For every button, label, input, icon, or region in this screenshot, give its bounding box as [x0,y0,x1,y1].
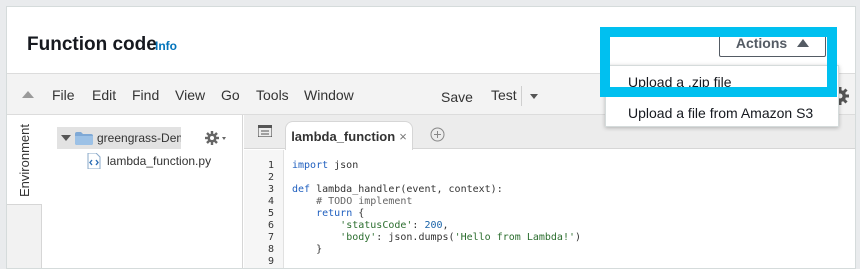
code-line: import json [292,160,359,171]
save-button[interactable]: Save [441,89,473,105]
tree-file-item[interactable]: lambda_function.py [87,153,211,169]
folder-name: greengrass-Demo-l [97,131,181,145]
tree-folder-item[interactable]: greengrass-Demo-l [57,127,181,149]
environment-tab[interactable]: Environment [7,115,42,205]
environment-tab-label: Environment [17,123,32,197]
info-link[interactable]: Info [155,39,177,53]
line-number: 2 [267,172,274,183]
menu-window[interactable]: Window [304,87,354,103]
line-number-gutter: 1 2 3 4 5 6 7 8 9 [244,150,284,268]
code-line: # TODO implement [316,196,413,207]
line-number: 1 [267,160,274,171]
code-line: } [292,244,323,255]
test-dropdown-icon[interactable] [530,94,538,99]
folder-icon [75,131,93,145]
highlight-annotation [600,27,837,97]
menu-edit[interactable]: Edit [92,87,116,103]
upload-s3-menu-item[interactable]: Upload a file from Amazon S3 [606,97,838,128]
settings-gear-icon[interactable] [204,130,228,146]
chevron-down-icon[interactable] [61,135,71,141]
file-tree: greengrass-Demo-l lambda_function.py [43,115,243,268]
environment-tab-label-wrap: Environment [7,115,42,205]
line-number: 9 [267,256,274,267]
line-number: 4 [267,196,274,207]
code-file-icon [87,153,101,169]
page-title: Function code [27,34,157,55]
file-name: lambda_function.py [107,154,212,168]
menu-view[interactable]: View [175,87,205,103]
toolbar-divider [521,86,522,106]
line-number: 3 [267,184,274,195]
menu-file[interactable]: File [52,87,75,103]
line-number: 7 [267,232,274,243]
code-line: def lambda_handler(event, context): [292,184,503,195]
menu-tools[interactable]: Tools [256,87,289,103]
code-line: 'statusCode': 200, [340,220,449,231]
menu-find[interactable]: Find [132,87,159,103]
line-number: 5 [267,208,274,219]
line-number: 8 [267,244,274,255]
function-code-panel: Function code Info Actions File Edit Fin… [6,6,856,269]
menu-go[interactable]: Go [221,87,240,103]
side-panel-strip: Environment [7,115,42,268]
code-line: return { [316,208,365,219]
code-editor: lambda_function × 1 2 3 4 5 6 7 8 9 impo… [244,115,855,268]
tab-lambda-function[interactable]: lambda_function × [285,121,413,150]
add-tab-icon[interactable] [430,127,445,142]
test-button[interactable]: Test [491,87,517,103]
close-icon[interactable]: × [399,129,407,144]
tab-label: lambda_function [291,128,396,144]
collapse-icon[interactable] [22,91,34,98]
line-number: 6 [267,220,274,231]
tab-list-icon[interactable] [258,125,272,137]
code-line: 'body': json.dumps('Hello from Lambda!') [340,232,582,243]
